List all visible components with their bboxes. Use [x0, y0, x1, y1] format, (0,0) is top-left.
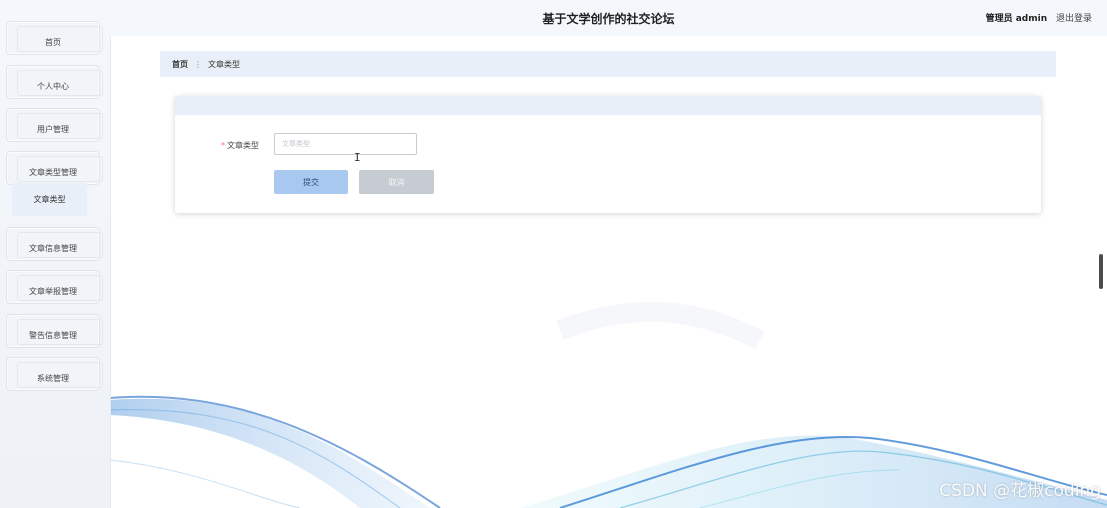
- breadcrumb-home[interactable]: 首页: [172, 59, 188, 70]
- sidebar-item-system-management[interactable]: 系统管理: [6, 357, 103, 391]
- sidebar-item-article-type-management[interactable]: 文章类型管理: [6, 151, 103, 185]
- breadcrumb-separator: ⋮: [194, 59, 202, 69]
- breadcrumb: 首页 ⋮ 文章类型: [160, 51, 1056, 77]
- submit-button[interactable]: 提交: [274, 170, 348, 194]
- sidebar-item-personal-center[interactable]: 个人中心: [6, 65, 103, 99]
- sidebar-item-label: 文章举报管理: [29, 287, 77, 296]
- sidebar: 首页 个人中心 用户管理 文章类型管理 文章类型 文章信息管理 文章举报管理 警…: [0, 0, 111, 508]
- sidebar-item-label: 用户管理: [37, 125, 69, 134]
- watermark: CSDN @花椒coding: [939, 481, 1101, 501]
- required-mark: *: [221, 141, 225, 150]
- cancel-button[interactable]: 取消: [359, 170, 434, 194]
- site-title: 基于文学创作的社交论坛: [542, 12, 675, 26]
- sidebar-item-user-management[interactable]: 用户管理: [6, 108, 103, 142]
- sidebar-item-label: 个人中心: [37, 82, 69, 91]
- article-type-label-text: 文章类型: [227, 141, 259, 150]
- sidebar-item-warning-info-management[interactable]: 警告信息管理: [6, 314, 103, 348]
- top-header: 基于文学创作的社交论坛 管理员 admin 退出登录: [110, 0, 1107, 36]
- form-card-header: [175, 96, 1041, 115]
- sidebar-item-label: 首页: [45, 38, 61, 47]
- sidebar-subitem-label: 文章类型: [33, 195, 66, 204]
- sidebar-item-article-report-management[interactable]: 文章举报管理: [6, 270, 103, 304]
- form-card: *文章类型 提交 取消: [175, 96, 1041, 213]
- header-user-area: 管理员 admin 退出登录: [986, 11, 1092, 24]
- sidebar-item-label: 警告信息管理: [29, 331, 77, 340]
- sidebar-item-label: 系统管理: [37, 374, 69, 383]
- sidebar-item-label: 文章类型管理: [29, 168, 77, 177]
- logout-link[interactable]: 退出登录: [1056, 14, 1092, 24]
- sidebar-item-article-info-management[interactable]: 文章信息管理: [6, 227, 103, 261]
- breadcrumb-current: 文章类型: [208, 59, 240, 69]
- article-type-input[interactable]: [274, 133, 417, 155]
- article-type-label: * 文章类型: [221, 140, 259, 151]
- sidebar-item-home[interactable]: 首页: [6, 21, 103, 55]
- current-user: 管理员 admin: [985, 14, 1048, 24]
- text-cursor-icon: I: [354, 151, 361, 164]
- sidebar-subitem-article-type[interactable]: 文章类型: [12, 183, 87, 216]
- sidebar-item-label: 文章信息管理: [29, 244, 77, 253]
- page-scrollbar[interactable]: [1099, 254, 1103, 289]
